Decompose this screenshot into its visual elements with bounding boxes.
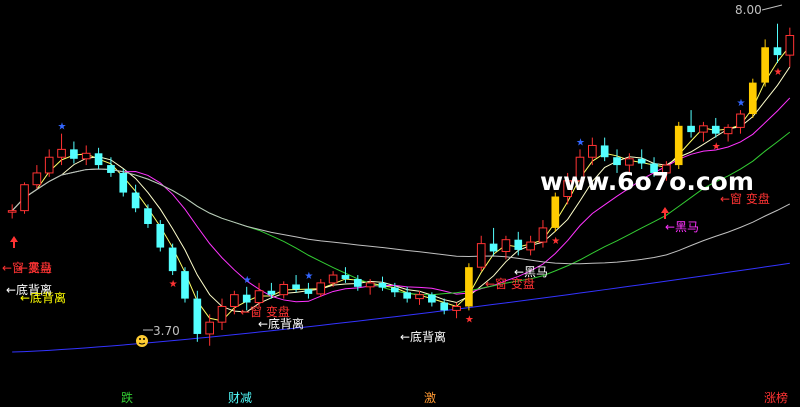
bottom-tag[interactable]: 财减 [225,391,255,405]
candle-body [465,267,473,307]
up-arrow-icon [10,236,18,248]
candle-body [538,227,548,243]
signal-label: ←底背离 [20,290,66,305]
smiley-icon [136,335,148,347]
candle-body [267,290,276,295]
candle-body [20,184,29,212]
candle-body [292,284,300,290]
candle-body [489,243,498,252]
candle-body [107,165,115,173]
candle-body [168,247,177,272]
star-icon: ★ [304,271,313,282]
candle-body [428,294,436,303]
candle-body [119,172,128,193]
candle-body [32,172,42,186]
candle-body [94,153,103,166]
candle-body [217,305,227,323]
bottom-tag[interactable]: 跌 [118,391,136,405]
candle-body [699,125,708,133]
candle-body [365,282,375,288]
candle-body [625,158,634,166]
candle-body [131,192,140,209]
star-icon: ★ [169,279,178,290]
candle-body [205,321,214,335]
high-price-label: 8.00 [735,3,762,17]
signal-label: ←底背离 [400,329,446,344]
moving-average-lines [11,45,791,353]
candle-body [785,34,795,56]
candle-body [181,271,189,299]
candle-body [7,210,17,213]
star-icon: ★ [576,137,585,148]
candle-body [378,282,387,288]
signal-label: ←黑马 [665,220,699,234]
candle-body [391,287,399,293]
candle-body [328,274,338,284]
candle-body [514,239,523,250]
star-icon: ★ [58,122,67,133]
signal-stars: ★ ★ ★ ★ ★ ★ ★ ★ ★ ★ [58,67,783,325]
candle-body [687,125,695,133]
candle-body [711,125,720,134]
candle-body [353,278,362,287]
candle-body [551,196,560,228]
candlestick-chart: ★ ★ ★ ★ ★ ★ ★ ★ ★ ★ ←窗 变盘 ←黑马 ←底背离 ←底背离 ←窗 变盘 ←底背… [2,3,795,353]
candle-body [674,125,683,166]
signal-labels: ←窗 变盘 ←黑马 ←底背离 ←底背离 ←窗 变盘 ←底背离 ←底背离 ←窗 变… [2,191,770,344]
candle-body [526,241,535,251]
star-icon: ★ [712,142,721,153]
candle-body [316,282,326,295]
up-arrows [10,207,669,248]
candle-body [440,302,449,311]
candle-body [156,223,165,248]
candle-body [44,156,54,174]
low-price-marker: 3.70 [136,324,180,347]
ma10-line [11,97,791,303]
signal-label: ←底背离 [258,316,304,331]
candle-body [600,145,609,158]
watermark: www.6o7o.com [540,167,754,196]
candle-body [415,294,424,300]
candle-body [144,208,152,224]
candle-body [403,292,411,299]
candle-body [501,239,511,252]
candle-body [736,113,745,128]
star-icon: ★ [773,67,782,78]
candle-body [637,158,646,164]
star-icon: ★ [551,236,560,247]
bottom-tag[interactable]: 涨榜 [761,391,791,405]
star-icon: ★ [736,98,745,109]
candle-body [452,305,461,311]
candle-body [279,283,289,296]
candle-body [723,126,733,135]
candle-body [81,152,91,160]
ma20-line [11,131,791,296]
candle-body [341,275,350,279]
candle-body [476,243,486,268]
low-price-label: 3.70 [153,324,180,338]
candle-body [193,298,202,334]
candle-body [613,157,621,166]
candle-body [588,144,597,158]
candle-body [304,289,313,294]
bottom-tag[interactable]: 激 [421,391,439,405]
candle-body [242,294,251,303]
candle-body [773,47,782,56]
candle-body [254,290,264,304]
candle-body [748,82,757,115]
candle-body [57,148,66,158]
candle-body [70,149,78,159]
high-price-marker: 8.00 [735,3,783,17]
signal-label: ←黑马 [18,261,52,275]
candle-body [761,47,769,83]
signal-label: ←黑马 [514,265,548,279]
star-icon: ★ [465,314,474,325]
star-icon: ★ [243,275,252,286]
candle-body [230,294,239,307]
